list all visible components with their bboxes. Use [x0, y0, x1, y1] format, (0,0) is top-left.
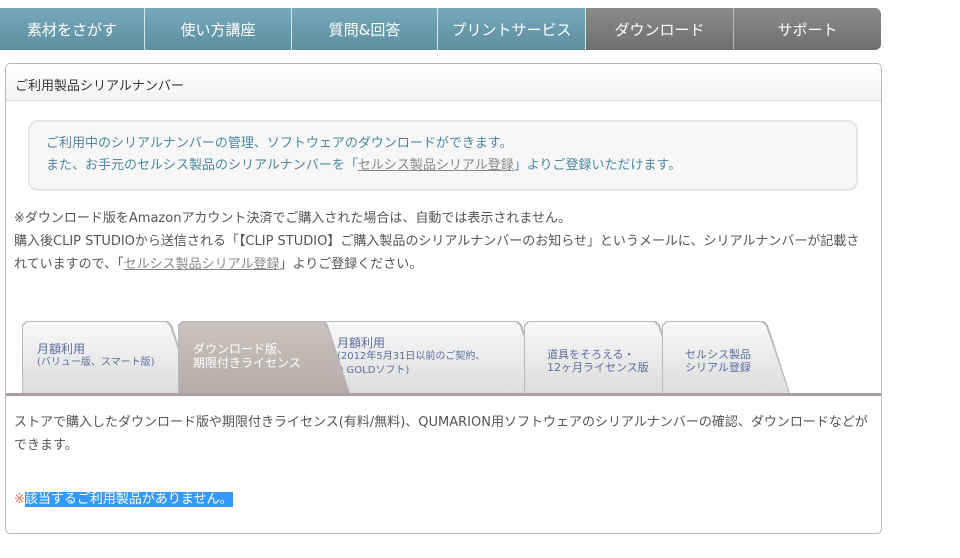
nav-print-service[interactable]: プリントサービス [438, 8, 586, 50]
serial-number-panel: ご利用製品シリアルナンバー ご利用中のシリアルナンバーの管理、ソフトウェアのダウ… [5, 63, 882, 534]
nav-find-materials[interactable]: 素材をさがす [0, 8, 145, 50]
tab-sub: (2012年5月31日以前のご契約、 [337, 351, 486, 362]
amazon-note: ※ダウンロード版をAmazonアカウント決済でご購入された場合は、自動では表示さ… [14, 207, 864, 276]
tab-sub-2: 0 GOLDソフト) [337, 365, 410, 376]
tab-title: セルシス製品 [685, 348, 751, 361]
notice-mark: ※ [14, 492, 25, 507]
tab-12-month[interactable]: 道具をそろえる・ 12ヶ月ライセンス版 [524, 321, 682, 393]
tab-title: 道具をそろえる・ [547, 348, 635, 361]
nav-qa[interactable]: 質問&回答 [292, 8, 438, 50]
panel-title: ご利用製品シリアルナンバー [6, 64, 881, 101]
serial-register-link[interactable]: セルシス製品シリアル登録 [358, 158, 514, 173]
tab-monthly-legacy[interactable]: 月額利用 (2012年5月31日以前のご契約、 0 GOLDソフト) [322, 321, 544, 393]
tab-sub: (バリュー版、スマート版) [37, 357, 155, 368]
note-line-1: ※ダウンロード版をAmazonアカウント決済でご購入された場合は、自動では表示さ… [14, 211, 572, 226]
main-nav: 素材をさがす 使い方講座 質問&回答 プリントサービス ダウンロード サポート [0, 8, 881, 50]
note-line-2: 購入後CLIP STUDIOから送信される「【CLIP STUDIO】ご購入製品… [14, 230, 864, 276]
tab-title: 月額利用 [337, 336, 386, 350]
tab-sub: 期限付きライセンス [193, 356, 301, 370]
tab-title: 月額利用 [37, 342, 86, 356]
info-text: 」よりご登録いただけます。 [513, 158, 682, 173]
tab-sub: 12ヶ月ライセンス版 [547, 361, 649, 374]
serial-register-link-2[interactable]: セルシス製品シリアル登録 [124, 257, 280, 272]
tab-download-license[interactable]: ダウンロード版、 期限付きライセンス [178, 321, 350, 393]
note-text: 」よりご登録ください。 [279, 257, 423, 272]
info-box: ご利用中のシリアルナンバーの管理、ソフトウェアのダウンロードができます。 また、… [28, 120, 858, 191]
nav-tutorials[interactable]: 使い方講座 [145, 8, 292, 50]
tab-serial-register[interactable]: セルシス製品 シリアル登録 [662, 321, 790, 393]
info-text: また、お手元のセルシス製品のシリアルナンバーを「 [46, 158, 358, 173]
tab-sub: シリアル登録 [685, 361, 751, 374]
no-products-notice: ※該当するご利用製品がありません。 [14, 488, 233, 507]
tab-title: ダウンロード版、 [193, 342, 290, 356]
info-line-1: ご利用中のシリアルナンバーの管理、ソフトウェアのダウンロードができます。 [46, 136, 513, 151]
nav-support[interactable]: サポート [734, 8, 881, 50]
tab-description: ストアで購入したダウンロード版や期限付きライセンス(有料/無料)、QUMARIO… [14, 415, 868, 453]
nav-download[interactable]: ダウンロード [586, 8, 734, 50]
info-line-2: また、お手元のセルシス製品のシリアルナンバーを「セルシス製品シリアル登録」よりご… [46, 155, 856, 177]
notice-text: 該当するご利用製品がありません。 [24, 492, 233, 507]
product-tabs: 月額利用 (バリュー版、スマート版) ダウンロード版、 期限付きライセンス 月額利用… [6, 322, 881, 396]
tab-monthly[interactable]: 月額利用 (バリュー版、スマート版) [22, 321, 194, 393]
